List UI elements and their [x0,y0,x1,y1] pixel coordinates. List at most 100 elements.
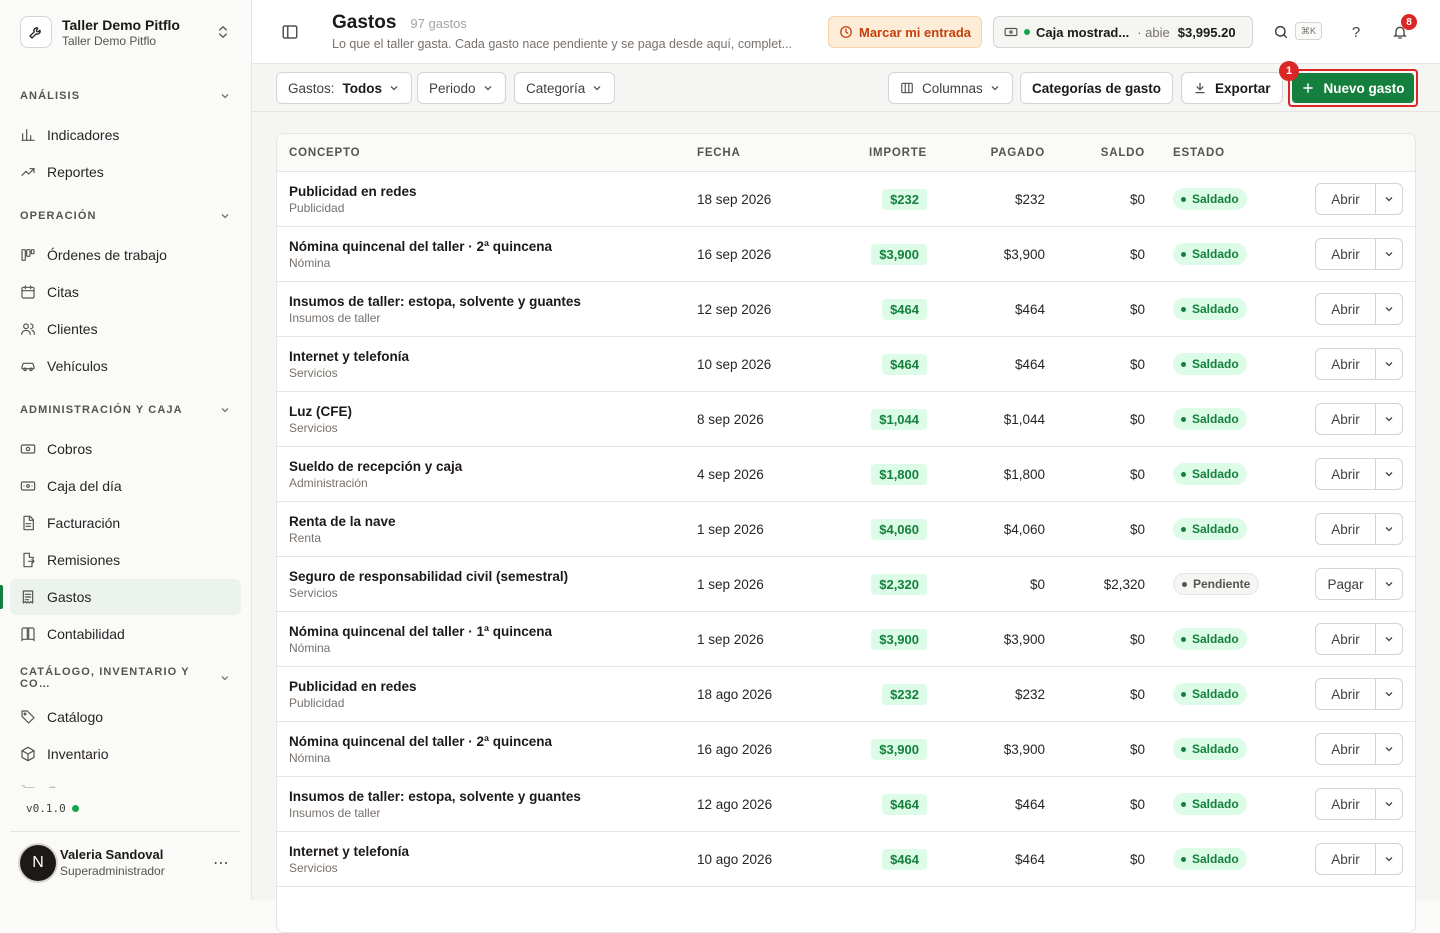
workspace-name: Taller Demo Pitflo [62,16,180,33]
open-button[interactable]: Abrir [1316,844,1376,874]
col-saldo[interactable]: SALDO [1045,147,1145,159]
col-concepto[interactable]: CONCEPTO [277,147,687,159]
export-button[interactable]: Exportar [1181,72,1283,104]
expense-date: 4 sep 2026 [697,467,764,482]
open-button[interactable]: Abrir [1316,459,1376,489]
filter-categoria[interactable]: Categoría [514,72,616,104]
sidebar-item-inventario[interactable]: Inventario [10,736,241,772]
col-fecha[interactable]: FECHA [687,147,797,159]
sidebar-item-indicadores[interactable]: Indicadores [10,117,241,153]
row-menu-button[interactable] [1376,789,1402,819]
status-badge: Saldado [1173,683,1247,705]
table-row[interactable]: Publicidad en redes Publicidad 18 ago 20… [277,667,1415,722]
open-button[interactable]: Abrir [1316,239,1376,269]
user-menu[interactable]: N Valeria Sandoval Superadministrador ⋯ [10,831,241,893]
row-menu-button[interactable] [1376,734,1402,764]
new-expense-label: Nuevo gasto [1323,80,1405,96]
row-menu-button[interactable] [1376,514,1402,544]
row-menu-button[interactable] [1376,349,1402,379]
chevron-down-icon [1385,582,1393,587]
sidebar-item-citas[interactable]: Citas [10,274,241,310]
table-row[interactable]: Publicidad en redes Publicidad 18 sep 20… [277,172,1415,227]
sidebar-item-caja-del-dia[interactable]: Caja del día [10,468,241,504]
sidebar-item-label: Citas [47,284,79,300]
expense-paid: $4,060 [1003,522,1045,537]
row-menu-button[interactable] [1376,624,1402,654]
help-icon[interactable]: ? [1344,20,1368,44]
open-button[interactable]: Abrir [1316,404,1376,434]
cell-concepto: Nómina quincenal del taller · 2ª quincen… [277,734,687,765]
open-button[interactable]: Abrir [1316,624,1376,654]
cash-icon [1004,27,1018,37]
chevron-down-icon [1385,857,1393,862]
sidebar-item-cobros[interactable]: Cobros [10,431,241,467]
sidebar-item-ordenes-de-trabajo[interactable]: Órdenes de trabajo [10,237,241,273]
table-row[interactable]: Seguro de responsabilidad civil (semestr… [277,557,1415,612]
sidebar-group-header[interactable]: CATÁLOGO, INVENTARIO Y CO… [0,658,251,698]
pay-button[interactable]: Pagar [1316,569,1376,599]
columns-button[interactable]: Columnas [888,72,1013,104]
new-expense-button[interactable]: Nuevo gasto [1292,73,1414,103]
open-button[interactable]: Abrir [1316,514,1376,544]
table-row[interactable]: Renta de la nave Renta 1 sep 2026 $4,060… [277,502,1415,557]
table-row[interactable]: Internet y telefonía Servicios 10 ago 20… [277,832,1415,887]
open-button[interactable]: Abrir [1316,734,1376,764]
table-row[interactable]: Internet y telefonía Servicios 10 sep 20… [277,337,1415,392]
table-row[interactable]: Nómina quincenal del taller · 2ª quincen… [277,722,1415,777]
row-menu-button[interactable] [1376,679,1402,709]
row-menu-button[interactable] [1376,844,1402,874]
col-importe[interactable]: IMPORTE [797,147,927,159]
row-menu-button[interactable] [1376,569,1402,599]
open-button[interactable]: Abrir [1316,789,1376,819]
row-menu-button[interactable] [1376,239,1402,269]
expense-title: Nómina quincenal del taller · 1ª quincen… [289,623,553,639]
status-badge: Saldado [1173,463,1247,485]
version-label: v0.1.0 [26,802,66,815]
col-pagado[interactable]: PAGADO [927,147,1045,159]
sidebar-toggle-icon[interactable] [278,20,302,44]
cash-register-selector[interactable]: Caja mostrad... · abie $3,995.20 [993,16,1253,48]
filter-periodo[interactable]: Periodo [417,72,506,104]
sidebar-item-facturacion[interactable]: Facturación [10,505,241,541]
trend-icon [21,168,35,176]
sidebar-item-clientes[interactable]: Clientes [10,311,241,347]
sidebar-group-header[interactable]: ADMINISTRACIÓN Y CAJA [0,390,251,430]
sidebar-item-remisiones[interactable]: Remisiones [10,542,241,578]
sidebar-item-reportes[interactable]: Reportes [10,154,241,190]
sidebar-item-vehiculos[interactable]: Vehículos [10,348,241,384]
workspace-switcher[interactable]: Taller Demo Pitflo Taller Demo Pitflo [0,0,251,64]
table-row[interactable]: Sueldo de recepción y caja Administració… [277,447,1415,502]
open-button[interactable]: Abrir [1316,184,1376,214]
row-menu-button[interactable] [1376,294,1402,324]
table-row[interactable]: Insumos de taller: estopa, solvente y gu… [277,282,1415,337]
table-row[interactable]: Insumos de taller: estopa, solvente y gu… [277,777,1415,832]
cell-saldo: $0 [1045,191,1145,207]
sidebar-item-catalogo[interactable]: Catálogo [10,699,241,735]
filter-gastos[interactable]: Gastos: Todos [276,72,413,104]
sidebar-group-header[interactable]: ANÁLISIS [0,76,251,116]
row-menu-button[interactable] [1376,184,1402,214]
row-menu-button[interactable] [1376,404,1402,434]
search-icon[interactable] [1269,20,1293,44]
col-estado[interactable]: ESTADO [1145,147,1275,159]
table-row[interactable]: Luz (CFE) Servicios 8 sep 2026 $1,044 $1… [277,392,1415,447]
sidebar-item-gastos[interactable]: Gastos [0,579,241,615]
row-menu-button[interactable] [1376,459,1402,489]
more-horizontal-icon[interactable]: ⋯ [213,853,231,873]
sidebar-group-header[interactable]: OPERACIÓN [0,196,251,236]
open-button[interactable]: Abrir [1316,349,1376,379]
table-row[interactable]: Nómina quincenal del taller · 1ª quincen… [277,612,1415,667]
mark-entry-button[interactable]: Marcar mi entrada [828,16,982,48]
sidebar-item-compras[interactable]: Compras [10,773,241,788]
table-row[interactable]: Nómina quincenal del taller · 2ª quincen… [277,227,1415,282]
open-button[interactable]: Abrir [1316,294,1376,324]
cell-fecha: 1 sep 2026 [687,521,797,537]
chevron-down-icon [221,94,229,99]
expense-categories-button[interactable]: Categorías de gasto [1020,72,1174,104]
expense-category: Insumos de taller [289,310,381,325]
status-label: Saldado [1192,852,1239,866]
cell-fecha: 8 sep 2026 [687,411,797,427]
expense-category: Insumos de taller [289,805,381,820]
sidebar-item-contabilidad[interactable]: Contabilidad [10,616,241,652]
open-button[interactable]: Abrir [1316,679,1376,709]
